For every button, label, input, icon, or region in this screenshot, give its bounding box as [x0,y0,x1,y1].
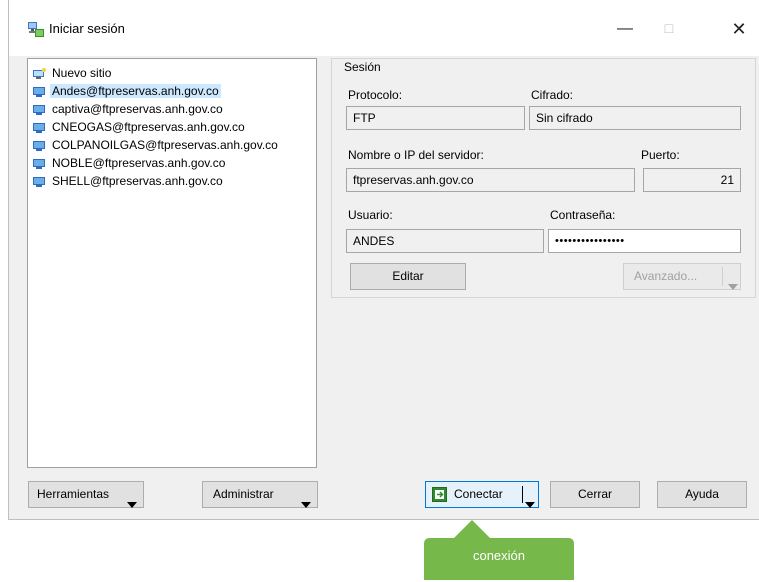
chevron-down-icon[interactable] [525,492,535,517]
site-item-cneogas[interactable]: CNEOGAS@ftpreservas.anh.gov.co [32,119,247,136]
protocol-field[interactable]: FTP [346,106,525,130]
computer-icon [33,140,45,151]
user-label: Usuario: [348,208,393,222]
site-item-shell[interactable]: SHELL@ftpreservas.anh.gov.co [32,173,225,190]
user-field[interactable]: ANDES [346,229,544,253]
chevron-down-icon [127,492,137,517]
site-item-label: Andes@ftpreservas.anh.gov.co [50,84,221,98]
site-item-new-site[interactable]: Nuevo sitio [32,65,113,82]
site-item-label: captiva@ftpreservas.anh.gov.co [52,102,223,116]
site-item-label: CNEOGAS@ftpreservas.anh.gov.co [52,120,245,134]
computer-icon [33,176,45,187]
advanced-button-label: Avanzado... [634,269,698,283]
port-field[interactable]: 21 [643,168,741,192]
callout-text: conexión [472,548,526,563]
host-field[interactable]: ftpreservas.anh.gov.co [346,168,635,192]
tools-button-label: Herramientas [37,487,110,501]
help-button[interactable]: Ayuda [657,481,747,508]
encryption-field[interactable]: Sin cifrado [529,106,741,130]
password-label: Contraseña: [550,208,616,222]
protocol-label: Protocolo: [348,88,403,102]
host-label: Nombre o IP del servidor: [348,148,484,162]
new-site-icon [33,67,46,79]
site-item-label: NOBLE@ftpreservas.anh.gov.co [52,156,226,170]
encryption-label: Cifrado: [531,88,574,102]
chevron-down-icon[interactable] [728,274,738,299]
site-item-noble[interactable]: NOBLE@ftpreservas.anh.gov.co [32,155,227,172]
split-divider [722,267,723,286]
close-icon[interactable]: ✕ [719,14,759,44]
computer-icon [33,86,45,97]
site-item-label: SHELL@ftpreservas.anh.gov.co [52,174,223,188]
maximize-icon[interactable]: ☐ [649,14,689,44]
login-window: Iniciar sesión — ☐ ✕ Nuevo sitio Andes@f… [8,0,759,520]
computer-icon [33,158,45,169]
edit-button[interactable]: Editar [350,263,466,290]
computer-icon [33,122,45,133]
port-label: Puerto: [641,148,680,162]
connect-button[interactable]: Conectar [425,481,539,508]
site-item-colpanoilgas[interactable]: COLPANOILGAS@ftpreservas.anh.gov.co [32,137,280,154]
site-list[interactable]: Nuevo sitio Andes@ftpreservas.anh.gov.co… [27,58,317,468]
title-bar: Iniciar sesión — ☐ ✕ [9,0,759,56]
site-item-label: COLPANOILGAS@ftpreservas.anh.gov.co [52,138,278,152]
tools-button[interactable]: Herramientas [28,481,144,508]
close-button[interactable]: Cerrar [550,481,640,508]
chevron-down-icon [301,492,311,517]
split-divider [522,486,523,503]
site-manager-icon [28,22,44,37]
advanced-button[interactable]: Avanzado... [623,263,741,290]
manage-button[interactable]: Administrar [202,481,318,508]
manage-button-label: Administrar [213,487,274,501]
window-title: Iniciar sesión [49,21,125,36]
site-item-andes[interactable]: Andes@ftpreservas.anh.gov.co [32,83,221,100]
site-item-label: Nuevo sitio [52,66,112,80]
session-group-title: Sesión [342,60,383,74]
connect-icon [432,487,447,502]
minimize-icon[interactable]: — [605,14,645,44]
computer-icon [33,104,45,115]
connect-button-label: Conectar [454,487,503,501]
password-field[interactable]: •••••••••••••••• [548,229,741,253]
site-item-captiva[interactable]: captiva@ftpreservas.anh.gov.co [32,101,225,118]
